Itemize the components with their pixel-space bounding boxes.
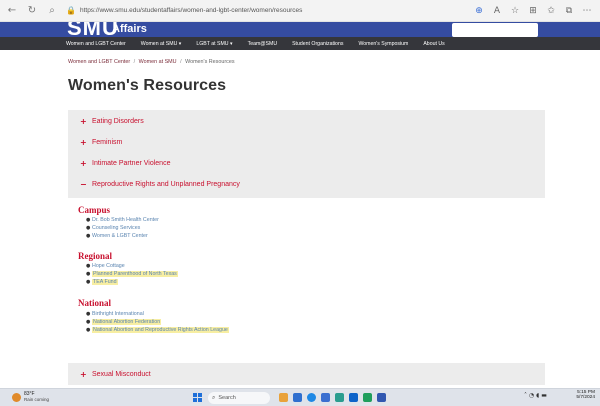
accordion-label: Feminism <box>92 138 123 146</box>
accordion-label: Eating Disorders <box>92 117 144 125</box>
back-icon[interactable]: ← <box>4 3 20 19</box>
campus-links: ● Dr. Bob Smith Health Center ● Counseling… <box>86 216 159 240</box>
search-icon[interactable]: ⌕ <box>44 3 60 19</box>
breadcrumb-link[interactable]: Women and LGBT Center <box>68 59 130 65</box>
excel-icon[interactable] <box>363 393 372 402</box>
nav-item-team[interactable]: Team@SMU <box>248 41 277 47</box>
nav-item-student-orgs[interactable]: Student Organizations <box>292 41 343 47</box>
browser-toolbar: ← ↻ ⌕ 🔒 https://www.smu.edu/studentaffai… <box>0 0 600 22</box>
weather-icon <box>12 393 21 402</box>
taskbar-search-placeholder: Search <box>218 395 236 401</box>
read-aloud-icon[interactable]: A <box>488 3 506 19</box>
lock-icon: 🔒 <box>66 6 76 15</box>
breadcrumb-separator: / <box>133 59 136 65</box>
collections-icon[interactable]: ⧉ <box>560 3 578 19</box>
resource-link[interactable]: Women & LGBT Center <box>92 233 148 239</box>
resource-link-highlighted[interactable]: National Abortion and Reproductive Right… <box>92 327 229 333</box>
plus-icon: + <box>80 369 87 379</box>
plus-icon: + <box>80 116 87 126</box>
list-item: ● Women & LGBT Center <box>86 232 159 240</box>
section-heading-national: National <box>78 298 112 308</box>
search-icon: ⌕ <box>212 394 216 401</box>
accordion-item-intimate-partner-violence[interactable]: + Intimate Partner Violence <box>80 158 170 168</box>
accordion-item-eating-disorders[interactable]: + Eating Disorders <box>80 116 144 126</box>
nav-item-center[interactable]: Women and LGBT Center <box>66 41 126 47</box>
widgets-icon[interactable] <box>279 393 288 402</box>
wifi-icon[interactable]: ◔ <box>529 392 534 399</box>
weather-widget[interactable]: 83°F Rain coming <box>12 391 52 405</box>
file-explorer-icon[interactable] <box>293 393 302 402</box>
accordion-label: Sexual Misconduct <box>92 370 151 378</box>
address-bar[interactable]: 🔒 https://www.smu.edu/studentaffairs/wom… <box>66 3 366 19</box>
volume-icon[interactable]: ◖ <box>536 392 539 399</box>
taskbar-search[interactable]: ⌕ Search <box>208 392 270 404</box>
accordion: + Eating Disorders + Feminism + Intimate… <box>68 110 545 198</box>
accordion-item-sexual-misconduct[interactable]: + Sexual Misconduct <box>68 363 545 385</box>
accordion-item-reproductive-rights[interactable]: − Reproductive Rights and Unplanned Preg… <box>80 179 240 189</box>
battery-icon[interactable]: ▬ <box>541 392 547 399</box>
clock-date: 5/7/2024 <box>576 395 595 400</box>
favorite-icon[interactable]: ☆ <box>506 3 524 19</box>
breadcrumb-current: Women's Resources <box>185 59 235 65</box>
page-title: Women's Resources <box>68 77 227 94</box>
breadcrumb-link[interactable]: Women at SMU <box>139 59 177 65</box>
taskbar: 83°F Rain coming ⌕ Search ˄ ◔ ◖ ▬ 5:15 P… <box>0 388 600 406</box>
nav-item-lgbt[interactable]: LGBT at SMU ▾ <box>196 41 232 47</box>
resource-link[interactable]: Counseling Services <box>92 225 140 231</box>
weather-condition: Rain coming <box>24 397 50 402</box>
accordion-item-feminism[interactable]: + Feminism <box>80 137 122 147</box>
url-text[interactable]: https://www.smu.edu/studentaffairs/women… <box>80 7 302 14</box>
refresh-icon[interactable]: ↻ <box>24 3 40 19</box>
site-nav: Women and LGBT Center Women at SMU ▾ LGB… <box>0 37 600 50</box>
minus-icon: − <box>80 179 87 189</box>
resource-link-highlighted[interactable]: National Abortion Federation <box>92 319 162 325</box>
split-screen-icon[interactable]: ⊞ <box>524 3 542 19</box>
site-logo-subtitle[interactable]: Affairs <box>112 23 147 35</box>
regional-links: ● Hope Cottage ● Planned Parenthood of Nor… <box>86 262 178 286</box>
resource-link[interactable]: Dr. Bob Smith Health Center <box>92 217 159 223</box>
taskbar-apps <box>279 392 391 402</box>
accordion-label: Intimate Partner Violence <box>92 159 171 167</box>
screen: ← ↻ ⌕ 🔒 https://www.smu.edu/studentaffai… <box>0 0 600 406</box>
accordion-header: + Sexual Misconduct <box>80 369 151 379</box>
list-item: ● National Abortion Federation <box>86 318 229 326</box>
plus-icon: + <box>80 137 87 147</box>
section-heading-campus: Campus <box>78 205 111 215</box>
nav-item-women[interactable]: Women at SMU ▾ <box>141 41 182 47</box>
taskbar-clock[interactable]: 5:15 PM 5/7/2024 <box>567 390 595 400</box>
national-links: ● Birthright International ● National Abor… <box>86 310 229 334</box>
teams-icon[interactable] <box>377 393 386 402</box>
favorites-icon[interactable]: ✩ <box>542 3 560 19</box>
site-header: SMU Affairs <box>0 22 600 37</box>
plus-icon: + <box>80 158 87 168</box>
list-item: ● Dr. Bob Smith Health Center <box>86 216 159 224</box>
system-tray[interactable]: ˄ ◔ ◖ ▬ <box>524 392 547 399</box>
list-item: ● Planned Parenthood of North Texas <box>86 270 178 278</box>
store-icon[interactable] <box>321 393 330 402</box>
list-item: ● Hope Cottage <box>86 262 178 270</box>
windows-start-icon[interactable] <box>193 393 203 403</box>
list-item: ● Birthright International <box>86 310 229 318</box>
site-search-input[interactable] <box>452 23 538 37</box>
breadcrumb: Women and LGBT Center / Women at SMU / W… <box>68 59 235 65</box>
list-item: ● TEA Fund <box>86 278 178 286</box>
mail-icon[interactable] <box>335 393 344 402</box>
more-icon[interactable]: ⋯ <box>578 3 596 19</box>
browser-actions: ⊕ A ☆ ⊞ ✩ ⧉ ⋯ <box>470 3 596 19</box>
accordion-label: Reproductive Rights and Unplanned Pregna… <box>92 180 240 188</box>
edge-icon[interactable] <box>307 393 316 402</box>
nav-item-symposium[interactable]: Women's Symposium <box>358 41 408 47</box>
resource-link[interactable]: Hope Cottage <box>92 263 125 269</box>
resource-link[interactable]: Birthright International <box>92 311 144 317</box>
list-item: ● National Abortion and Reproductive Righ… <box>86 326 229 334</box>
chevron-up-icon[interactable]: ˄ <box>524 392 527 399</box>
resource-link-highlighted[interactable]: TEA Fund <box>92 279 118 285</box>
section-heading-regional: Regional <box>78 251 113 261</box>
word-icon[interactable] <box>349 393 358 402</box>
list-item: ● Counseling Services <box>86 224 159 232</box>
resource-link-highlighted[interactable]: Planned Parenthood of North Texas <box>92 271 178 277</box>
nav-item-about[interactable]: About Us <box>423 41 444 47</box>
extensions-icon[interactable]: ⊕ <box>470 3 488 19</box>
breadcrumb-separator: / <box>180 59 182 65</box>
